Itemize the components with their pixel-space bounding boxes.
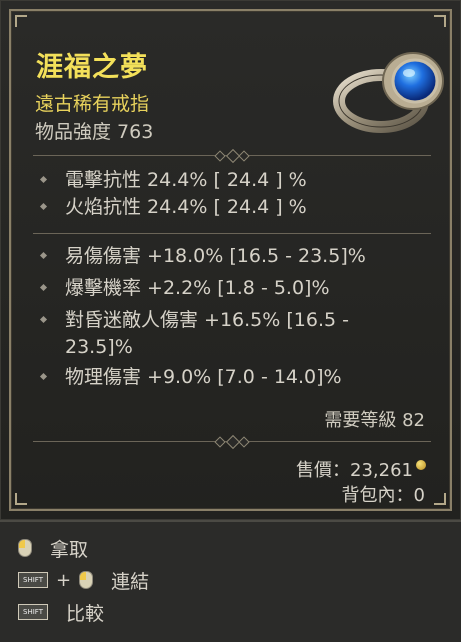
mouse-left-icon (18, 539, 32, 557)
action-hints: 拿取 SHIFT + 連結 SHIFT 比較 (0, 520, 461, 642)
item-affix: 物理傷害 +9.0% [7.0 - 14.0]% (65, 366, 342, 388)
section-divider (33, 434, 431, 450)
item-affix: 易傷傷害 +18.0% [16.5 - 23.5]% (65, 245, 366, 267)
plus-sign: + (56, 569, 72, 591)
item-affix: 對昏迷敵人傷害 +16.5% [16.5 - 23.5]% (65, 309, 349, 358)
gold-coin-icon (416, 460, 426, 470)
shift-key-icon: SHIFT (18, 604, 48, 620)
item-tooltip: 涯福之夢 遠古稀有戒指 物品強度 763 電擊抗性 24.4% [ 24.4 ]… (0, 0, 461, 520)
frame-corner (15, 493, 27, 505)
take-action[interactable]: 拿取 (18, 536, 89, 561)
item-affix: 爆擊機率 +2.2% [1.8 - 5.0]% (65, 277, 330, 299)
compare-label: 比較 (66, 602, 105, 625)
frame-corner (15, 15, 27, 27)
mouse-left-icon (79, 571, 94, 589)
ring-icon (333, 52, 444, 133)
item-name: 涯福之夢 (36, 52, 148, 83)
sell-price: 售價：23,261 (296, 460, 413, 481)
section-divider (33, 227, 431, 241)
implicit-affix: 電擊抗性 24.4% [ 24.4 ] % (65, 169, 307, 191)
level-requirement: 需要等級 82 (324, 410, 425, 431)
frame-corner (434, 493, 446, 505)
bag-count: 背包內：0 (341, 485, 425, 506)
item-power: 物品強度 763 (35, 121, 154, 143)
link-action[interactable]: SHIFT + 連結 (18, 568, 150, 593)
frame-corner (434, 15, 446, 27)
link-label: 連結 (111, 570, 150, 593)
implicit-affix: 火焰抗性 24.4% [ 24.4 ] % (65, 196, 307, 218)
section-divider (33, 148, 431, 164)
compare-action[interactable]: SHIFT 比較 (18, 600, 105, 625)
take-label: 拿取 (50, 538, 89, 561)
item-rarity: 遠古稀有戒指 (35, 93, 150, 115)
shift-key-icon: SHIFT (18, 572, 48, 588)
